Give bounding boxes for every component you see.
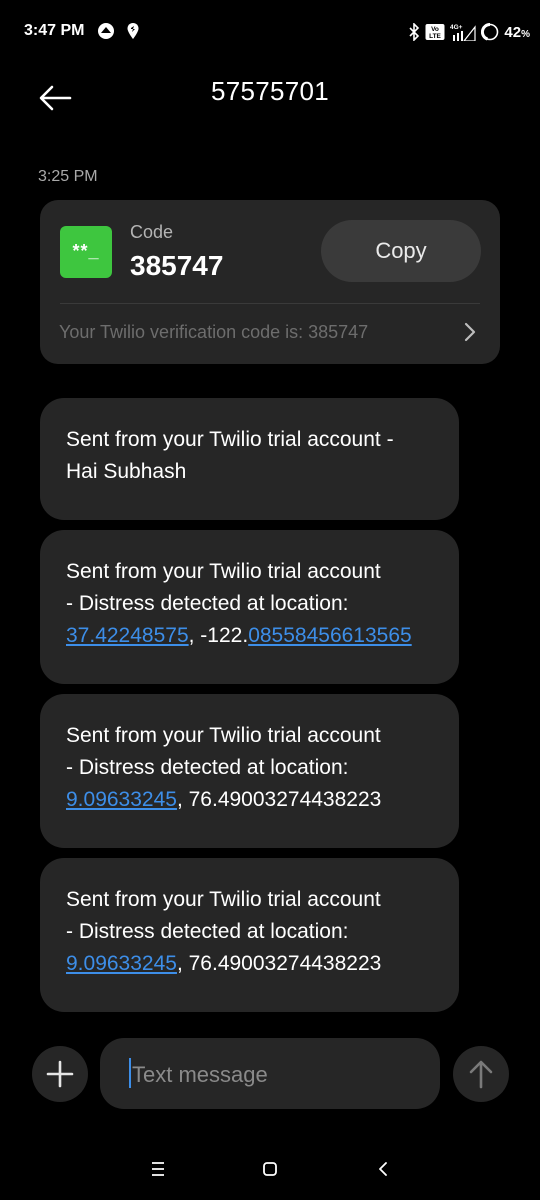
message-text: - Distress detected at location: [66, 756, 349, 779]
status-icons: Vo LTE 4G+ 42% [408, 22, 530, 42]
conversation-header: 57575701 [0, 64, 540, 124]
battery-percent: 42% [504, 23, 530, 41]
coordinate-link[interactable]: 9.09633245 [66, 788, 177, 811]
location-coordinates: 37.42248575, -122.08558456613565 [66, 624, 412, 647]
copy-code-button[interactable]: Copy [321, 220, 481, 282]
recent-apps-icon[interactable] [143, 1154, 173, 1184]
message-preview: Your Twilio verification code is: 385747 [59, 322, 369, 342]
message-bubble[interactable]: Sent from your Twilio trial account - Ha… [40, 398, 459, 520]
card-divider [60, 303, 480, 304]
plus-icon [46, 1060, 74, 1088]
message-text: - Distress detected at location: [66, 592, 349, 615]
compose-field[interactable] [100, 1038, 440, 1109]
message-text: - Distress detected at location: [66, 920, 349, 943]
coordinate-link[interactable]: 08558456613565 [248, 624, 412, 647]
code-label: Code [130, 222, 174, 242]
back-icon[interactable] [369, 1154, 399, 1184]
message-bubble[interactable]: Sent from your Twilio trial account - Di… [40, 694, 459, 848]
text-cursor [129, 1058, 131, 1088]
message-bubble[interactable]: Sent from your Twilio trial account - Di… [40, 858, 459, 1012]
svg-text:Vo: Vo [431, 26, 439, 33]
add-attachment-button[interactable] [32, 1046, 88, 1102]
send-button[interactable] [453, 1046, 509, 1102]
system-navigation-bar [0, 1140, 540, 1200]
coordinate-link[interactable]: 37.42248575 [66, 624, 189, 647]
battery-icon [481, 23, 499, 41]
conversation-title: 57575701 [210, 76, 330, 106]
message-bubble[interactable]: Sent from your Twilio trial account - Di… [40, 530, 459, 684]
status-time: 3:47 PM [24, 22, 85, 39]
message-timestamp: 3:25 PM [38, 168, 98, 185]
arrow-up-icon [469, 1060, 493, 1089]
volte-icon: Vo LTE [425, 24, 445, 40]
message-text: Sent from your Twilio trial account [66, 724, 381, 747]
svg-text:4G+: 4G+ [450, 24, 463, 31]
location-icon [127, 23, 139, 39]
chevron-right-icon[interactable] [460, 320, 480, 344]
text-message-input[interactable] [130, 1056, 424, 1094]
message-text: Sent from your Twilio trial account - [66, 428, 394, 451]
message-text: Sent from your Twilio trial account [66, 888, 381, 911]
verification-code-card[interactable]: **_ Code 385747 Copy Your Twilio verific… [40, 200, 500, 364]
whatsapp-icon [98, 23, 114, 39]
verification-code: 385747 [130, 250, 224, 281]
password-icon: **_ [60, 226, 112, 278]
signal-icon: 4G+ [450, 24, 477, 41]
message-text: Sent from your Twilio trial account [66, 560, 381, 583]
status-bar: 3:47 PM Vo LTE 4G+ 42% [0, 0, 540, 64]
coordinate-link[interactable]: 9.09633245 [66, 952, 177, 975]
location-coordinates: 9.09633245, 76.49003274438223 [66, 952, 382, 975]
message-text: Hai Subhash [66, 460, 187, 483]
svg-text:LTE: LTE [430, 33, 442, 40]
bluetooth-icon [409, 23, 420, 41]
location-coordinates: 9.09633245, 76.49003274438223 [66, 788, 382, 811]
home-icon[interactable] [255, 1154, 285, 1184]
